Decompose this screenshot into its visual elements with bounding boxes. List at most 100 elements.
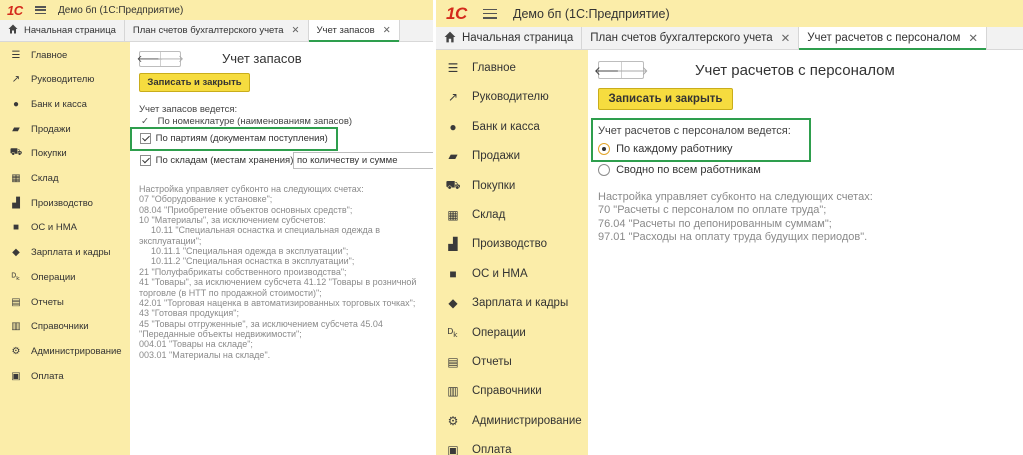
main-menu-icon[interactable] [35,6,46,14]
info-line: 004.01 "Товары на складе"; [139,339,253,350]
tab-bar: Начальная страница План счетов бухгалтер… [436,27,1023,50]
save-and-close-button[interactable]: Записать и закрыть [139,73,250,92]
sidebar-item[interactable]: ▥ Справочники [436,384,588,398]
books-icon: ▥ [11,321,21,333]
truck-icon: ■ [12,222,20,234]
sidebar-item[interactable]: ◆ Зарплата и кадры [0,247,130,259]
sidebar-item[interactable]: ⚙ Администрирование [0,345,130,357]
sidebar-item[interactable]: ▰ Продажи [0,123,130,135]
sidebar-item-label: Операции [472,326,526,339]
sidebar-item[interactable]: ⚙ Администрирование [436,414,588,428]
sidebar-item-label: Справочники [31,321,89,333]
sidebar-item[interactable]: ● Банк и касса [0,98,130,110]
forward-arrow-icon[interactable]: 🡒 [157,52,184,66]
sidebar-item-label: Администрирование [31,345,122,357]
info-line: эксплуатации"; [139,235,202,246]
sidebar-item-label: Оплата [472,444,512,455]
people-icon: ◆ [12,247,20,259]
warehouse-icon: ▦ [11,173,21,184]
sidebar-item[interactable]: ▤ Отчеты [436,355,588,369]
nav-buttons: 🡐 🡒 [594,61,649,79]
sidebar-item-label: Руководителю [31,74,95,86]
sidebar-item[interactable]: ▦ Склад [0,173,130,185]
sidebar-item[interactable]: ↗ Руководителю [0,74,130,86]
trend-icon: ↗ [447,90,459,105]
form-content: 🡐 🡒 Учет запасов Записать и закрыть Учет… [130,42,433,455]
info-line: 07 "Оборудование к установке"; [139,194,273,205]
sidebar-item[interactable]: ▣ Оплата [0,370,130,382]
checkmark-icon: ✓ [141,116,149,127]
sidebar-item[interactable]: ■ ОС и НМА [0,222,130,234]
sidebar-item[interactable]: ☰ Главное [0,49,130,61]
warehouses-checkbox[interactable] [140,155,151,166]
sidebar-item[interactable]: ● Банк и касса [436,120,588,134]
tab-chart-of-accounts[interactable]: План счетов бухгалтерского учета ✕ [125,20,309,41]
tab-home[interactable]: Начальная страница [0,20,125,41]
info-line: 76.04 "Расчеты по депонированным суммам"… [598,217,832,230]
close-icon[interactable]: ✕ [292,25,300,36]
people-icon: ◆ [448,296,458,311]
info-line: 70 "Расчеты с персоналом по оплате труда… [598,204,827,217]
tab-inventory-accounting[interactable]: Учет запасов ✕ [308,20,400,42]
option-batches[interactable]: По партиям (документам поступления) [140,133,328,144]
sidebar-item-label: Отчеты [472,356,512,368]
batches-checkbox[interactable] [140,133,151,144]
sidebar-item[interactable]: ▤ Отчеты [0,296,130,308]
sidebar-item-label: Производство [472,238,547,251]
option-summary[interactable]: Сводно по всем работникам [598,164,761,177]
warehouse-accounting-select[interactable]: по количеству и сумме [293,152,433,169]
tab-chart-of-accounts[interactable]: План счетов бухгалтерского учета ✕ [582,27,800,49]
sidebar-item[interactable]: ▰ Продажи [436,149,588,163]
sidebar-item[interactable]: ▥ Справочники [0,321,130,333]
tab-home[interactable]: Начальная страница [436,27,583,49]
sidebar-item[interactable]: ▦ Склад [436,208,588,222]
sidebar-item[interactable]: ⛟ Покупки [436,178,588,193]
sidebar-item[interactable]: ▟ Производство [0,197,130,209]
sidebar-item-label: Покупки [472,179,516,192]
dt-kt-icon: ᴰₖ [11,271,21,283]
section-label: Учет расчетов с персоналом ведется: [598,125,791,137]
info-line: Настройка управляет субконто на следующи… [139,184,364,194]
close-icon[interactable]: ✕ [383,25,391,36]
option-warehouses[interactable]: По складам (местам хранения): [140,155,296,166]
sidebar-item[interactable]: ▣ Оплата [436,443,588,455]
sidebar-item[interactable]: ▟ Производство [436,237,588,251]
trend-icon: ↗ [11,74,21,86]
sidebar-item[interactable]: ↗ Руководителю [436,90,588,104]
sidebar-item-label: Зарплата и кадры [472,297,569,310]
close-icon[interactable]: ✕ [968,31,978,45]
sidebar-item[interactable]: ᴰₖ Операции [436,326,588,340]
app-title: Демо бп (1С:Предприятие) [513,6,670,21]
forward-arrow-icon[interactable]: 🡒 [616,62,649,78]
sidebar-item[interactable]: ☰ Главное [436,61,588,75]
each-employee-radio[interactable] [598,143,610,156]
app-logo: 1С [7,2,23,18]
sidebar-item-label: Производство [31,197,93,209]
sidebar-item-label: Справочники [472,385,542,398]
tab-personnel-settlements[interactable]: Учет расчетов с персоналом ✕ [799,27,988,50]
sidebar-item-label: Банк и касса [31,98,87,110]
sidebar-item-label: Главное [31,49,68,61]
home-icon [8,24,18,37]
info-line: 41 "Товары", за исключением субсчета 41.… [139,277,417,288]
sidebar-item[interactable]: ■ ОС и НМА [436,267,588,281]
sidebar-item-label: Банк и касса [472,120,540,133]
cart-icon: ⛟ [9,147,23,159]
title-bar: 1С Демо бп (1С:Предприятие) [436,0,1023,27]
save-and-close-button[interactable]: Записать и закрыть [598,88,733,110]
info-line: 21 "Полуфабрикаты собственного производс… [139,266,347,277]
sidebar-item[interactable]: ᴰₖ Операции [0,271,130,283]
sidebar-item[interactable]: ⛟ Покупки [0,147,130,160]
close-icon[interactable]: ✕ [781,31,791,45]
sidebar-item-label: Операции [31,271,76,283]
main-menu-icon[interactable] [483,8,497,19]
payment-icon: ▣ [447,443,459,455]
warehouse-icon: ▦ [447,208,459,222]
option-each-employee[interactable]: По каждому работнику [598,143,733,156]
tab-label: Учет расчетов с персоналом [807,32,961,44]
sidebar-item[interactable]: ◆ Зарплата и кадры [436,296,588,310]
truck-icon: ■ [449,266,457,281]
form-title: Учет запасов [222,51,302,66]
summary-radio[interactable] [598,164,610,177]
info-line: 42.01 "Торговая наценка в автоматизирова… [139,297,416,308]
